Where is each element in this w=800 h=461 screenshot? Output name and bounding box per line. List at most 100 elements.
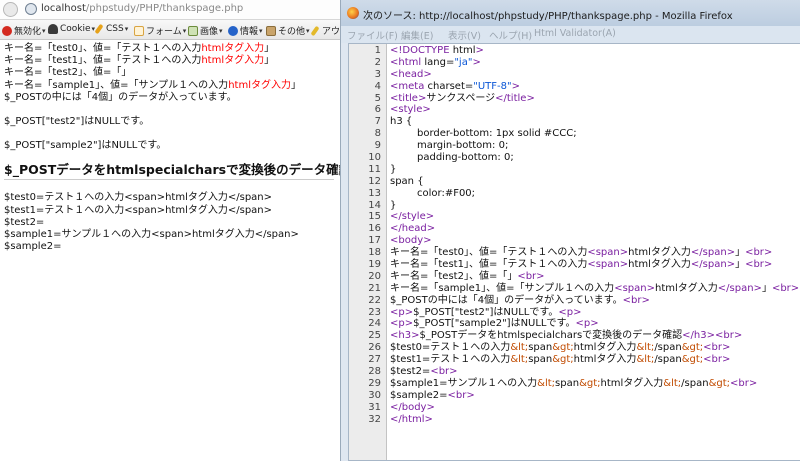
source-code: } bbox=[390, 199, 397, 211]
toolbar-cookie-button[interactable]: Cookie ▾ bbox=[48, 24, 95, 34]
menu-view[interactable]: 表示(V) bbox=[448, 28, 481, 42]
source-line: 1 <!DOCTYPE html> bbox=[349, 45, 800, 57]
menu-bar: ファイル(F) 編集(E) 表示(V) ヘルプ(H) Html Validato… bbox=[341, 26, 800, 43]
toolbar-image-button[interactable]: 画像 ▾ bbox=[188, 24, 223, 37]
window-titlebar[interactable]: 次のソース: http://localhost/phpstudy/PHP/tha… bbox=[341, 0, 800, 26]
back-button[interactable] bbox=[3, 2, 18, 17]
menu-html-validator[interactable]: Html Validator(A) bbox=[534, 28, 616, 39]
section-heading: $_POSTデータをhtmlspecialcharsで変換後のデータ確認 bbox=[4, 162, 340, 181]
menu-help[interactable]: ヘルプ(H) bbox=[489, 28, 532, 42]
source-line: 31 </body> bbox=[349, 402, 800, 414]
line-number: 17 bbox=[368, 235, 381, 247]
output-line: キー名=「test1」、値=「テスト１への入力htmlタグ入力」 bbox=[4, 55, 275, 67]
output-line: $_POSTの中には「4個」のデータが入っています。 bbox=[4, 91, 237, 103]
source-code: <meta charset="UTF-8"> bbox=[390, 80, 520, 92]
line-number: 19 bbox=[368, 259, 381, 271]
source-code: </style> bbox=[390, 211, 435, 223]
source-code: $test0=テスト１への入力&lt;span&gt;htmlタグ入力&lt;/… bbox=[390, 342, 731, 354]
toolbar-css-button[interactable]: CSS ▾ bbox=[94, 23, 128, 35]
source-line: 24 <p>$_POST["sample2"]はNULLです。<p> bbox=[349, 318, 800, 330]
source-code: <h3>$_POSTデータをhtmlspecialcharsで変換後のデータ確認… bbox=[390, 330, 743, 342]
address-bar[interactable]: localhost/phpstudy/PHP/thankspage.php bbox=[0, 0, 340, 20]
toolbar-label: CSS bbox=[106, 24, 124, 34]
line-number: 14 bbox=[368, 199, 381, 211]
toolbar-label: 情報 bbox=[240, 27, 259, 37]
line-number: 4 bbox=[374, 80, 381, 92]
chevron-down-icon: ▾ bbox=[42, 26, 46, 35]
no-entry-icon bbox=[2, 25, 12, 36]
window-title: 次のソース: http://localhost/phpstudy/PHP/tha… bbox=[363, 11, 733, 22]
source-code: $sample1=サンプル１への入力&lt;span&gt;htmlタグ入力&l… bbox=[390, 377, 758, 389]
url-host: localhost bbox=[41, 3, 86, 14]
source-code: キー名=「sample1」、値=「サンプル１への入力<span>htmlタグ入力… bbox=[390, 282, 800, 294]
form-icon bbox=[134, 25, 144, 36]
source-code: padding-bottom: 0; bbox=[417, 152, 514, 164]
source-code: <!DOCTYPE html> bbox=[390, 45, 484, 56]
line-number: 1 bbox=[374, 45, 381, 56]
line-number: 12 bbox=[368, 175, 381, 187]
line-number: 26 bbox=[368, 342, 381, 354]
line-number: 11 bbox=[368, 163, 381, 175]
line-number: 10 bbox=[368, 152, 381, 164]
source-code: </html> bbox=[390, 413, 433, 425]
source-line: 19 キー名=「test1」、値=「テスト１への入力<span>htmlタグ入力<… bbox=[349, 259, 800, 271]
source-line: 10 padding-bottom: 0; bbox=[349, 152, 800, 164]
line-number: 24 bbox=[368, 318, 381, 330]
escaped-line: $test2= bbox=[4, 216, 45, 228]
source-code: </head> bbox=[390, 223, 436, 235]
source-line: 4 <meta charset="UTF-8"> bbox=[349, 81, 800, 93]
escaped-line: $sample2= bbox=[4, 241, 62, 253]
escaped-line: $test0=テスト１への入力<span>htmlタグ入力</span> bbox=[4, 192, 273, 204]
toolbar-label: フォーム bbox=[146, 27, 182, 37]
source-code: span { bbox=[390, 175, 424, 187]
toolbar-outline-button[interactable]: アウ bbox=[310, 24, 340, 37]
source-line: 9 margin-bottom: 0; bbox=[349, 140, 800, 152]
source-code: color:#F00; bbox=[417, 187, 476, 199]
source-code: <title>サンクスページ</title> bbox=[390, 92, 535, 104]
image-icon bbox=[188, 25, 198, 36]
source-viewer[interactable]: 1 <!DOCTYPE html> 2 <html lang="ja"> 3 <head>… bbox=[348, 43, 800, 461]
source-code: margin-bottom: 0; bbox=[417, 140, 509, 152]
source-line: 6 <style> bbox=[349, 104, 800, 116]
line-number: 29 bbox=[368, 377, 381, 389]
globe-icon bbox=[25, 3, 37, 15]
source-code: $test2=<br> bbox=[390, 366, 458, 378]
line-number: 21 bbox=[368, 282, 381, 294]
menu-edit[interactable]: 編集(E) bbox=[401, 28, 433, 42]
menu-file[interactable]: ファイル(F) bbox=[347, 28, 398, 42]
source-line: 26 $test0=テスト１への入力&lt;span&gt;htmlタグ入力&lt… bbox=[349, 342, 800, 354]
line-number: 22 bbox=[368, 294, 381, 306]
toolbar-form-button[interactable]: フォーム ▾ bbox=[134, 24, 186, 37]
source-code: <style> bbox=[390, 104, 431, 116]
source-line: 23 <p>$_POST["test2"]はNULLです。<p> bbox=[349, 307, 800, 319]
line-number: 31 bbox=[368, 401, 381, 413]
address-url[interactable]: localhost/phpstudy/PHP/thankspage.php bbox=[41, 3, 243, 14]
line-number: 32 bbox=[368, 413, 381, 425]
source-code: $test1=テスト１への入力&lt;span&gt;htmlタグ入力&lt;/… bbox=[390, 354, 731, 366]
toolbar-misc-button[interactable]: その他 ▾ bbox=[266, 24, 310, 37]
outline-icon bbox=[310, 25, 320, 36]
line-number: 5 bbox=[374, 92, 381, 104]
line-number: 27 bbox=[368, 354, 381, 366]
chevron-down-icon: ▾ bbox=[259, 26, 263, 35]
page-content: キー名=「test0」、値=「テスト１への入力htmlタグ入力」 キー名=「te… bbox=[4, 43, 340, 253]
browser-page-pane: localhost/phpstudy/PHP/thankspage.php 無効… bbox=[0, 0, 340, 461]
info-icon bbox=[228, 25, 238, 36]
misc-icon bbox=[266, 25, 276, 36]
source-code: <p>$_POST["sample2"]はNULLです。<p> bbox=[390, 318, 599, 330]
line-number: 16 bbox=[368, 223, 381, 235]
null-notice: $_POST["sample2"]はNULLです。 bbox=[4, 140, 167, 152]
line-number: 28 bbox=[368, 366, 381, 378]
toolbar-disable-button[interactable]: 無効化 ▾ bbox=[2, 24, 46, 37]
source-code: <body> bbox=[390, 235, 432, 247]
source-code: border-bottom: 1px solid #CCC; bbox=[417, 128, 577, 140]
line-number: 3 bbox=[374, 68, 381, 80]
source-line: 32 </html> bbox=[349, 414, 800, 426]
toolbar-info-button[interactable]: 情報 ▾ bbox=[228, 24, 263, 37]
toolbar-label: 画像 bbox=[200, 27, 219, 37]
source-line: 30 $sample2=<br> bbox=[349, 390, 800, 402]
toolbar-label: その他 bbox=[278, 27, 306, 37]
source-line: 18 キー名=「test0」、値=「テスト１への入力<span>htmlタグ入力<… bbox=[349, 247, 800, 259]
line-number: 30 bbox=[368, 389, 381, 401]
source-line: 17 <body> bbox=[349, 235, 800, 247]
